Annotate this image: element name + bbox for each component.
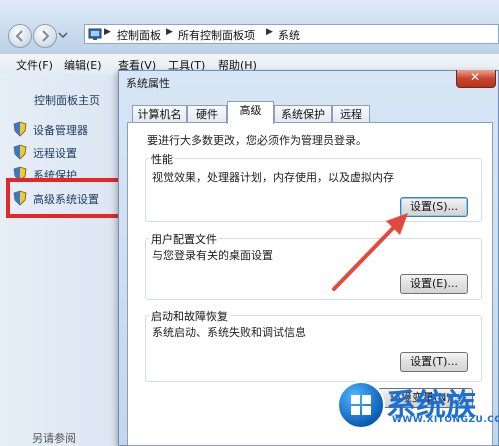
sidebar-see-also: 另请参阅 (32, 432, 76, 445)
tab-remote[interactable]: 远程 (332, 105, 370, 123)
menu-edit[interactable]: 编辑(E) (64, 57, 102, 73)
breadcrumb-separator: ▶ (266, 27, 273, 37)
tab-system-protection[interactable]: 系统保护 (274, 105, 332, 123)
breadcrumb-separator: ▶ (104, 27, 111, 37)
arrow-right-icon (42, 30, 50, 42)
arrow-left-icon (15, 30, 23, 42)
sidebar-item-remote-settings[interactable]: 远程设置 (33, 145, 77, 161)
tab-hardware[interactable]: 硬件 (187, 105, 227, 123)
chevron-down-icon (58, 32, 68, 38)
startup-recovery-group-label: 启动和故障恢复 (149, 308, 230, 324)
breadcrumb-all-items[interactable]: 所有控制面板项 (178, 27, 255, 43)
user-profiles-group-label: 用户配置文件 (149, 231, 219, 247)
windows-logo-icon (351, 395, 371, 415)
tab-computer-name[interactable]: 计算机名 (132, 105, 187, 123)
performance-description: 视觉效果，处理器计划，内存使用，以及虚拟内存 (152, 171, 394, 184)
highlight-box (6, 178, 124, 218)
startup-recovery-settings-button[interactable]: 设置(T)... (400, 352, 468, 372)
admin-notice: 要进行大多数更改，您必须作为管理员登录。 (147, 134, 367, 147)
shield-icon (13, 121, 27, 137)
sidebar-home-link[interactable]: 控制面板主页 (34, 92, 100, 108)
watermark-site: WWW.XITONGZU.COM (392, 415, 499, 425)
sidebar-item-device-manager[interactable]: 设备管理器 (33, 122, 88, 138)
shield-icon (13, 144, 27, 160)
breadcrumb-separator: ▶ (166, 27, 173, 37)
forward-button[interactable] (33, 24, 57, 48)
user-profiles-description: 与您登录有关的桌面设置 (152, 249, 273, 262)
control-panel-icon (88, 27, 102, 41)
performance-group-label: 性能 (149, 151, 175, 167)
startup-recovery-description: 系统启动、系统失败和调试信息 (152, 326, 306, 339)
back-button[interactable] (8, 24, 32, 48)
dialog-title: 系统属性 (126, 77, 170, 90)
tab-advanced[interactable]: 高级 (227, 101, 274, 124)
annotation-arrow (332, 213, 408, 291)
breadcrumb-system[interactable]: 系统 (278, 27, 300, 43)
recent-pages-dropdown[interactable] (58, 30, 68, 40)
breadcrumb-control-panel[interactable]: 控制面板 (117, 27, 161, 43)
close-icon: ✕ (470, 70, 481, 84)
menu-file[interactable]: 文件(F) (16, 57, 53, 73)
dialog-close-button[interactable]: ✕ (456, 70, 496, 88)
watermark-logo (337, 381, 385, 429)
